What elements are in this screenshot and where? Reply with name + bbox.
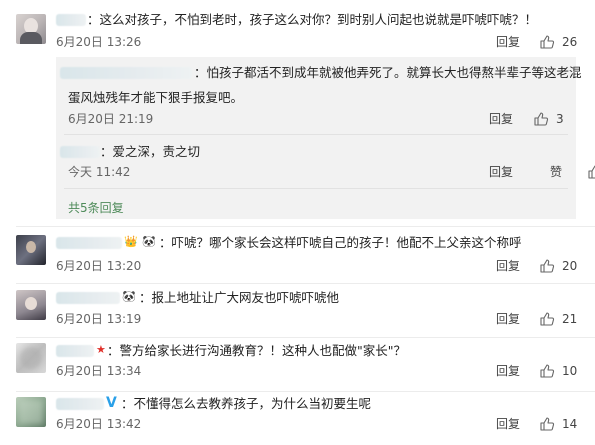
replies-panel: ：怕孩子都活不到成年就被他弄死了。就算长大也得熬半辈子等这老混 蛋风烛残年才能下… xyxy=(56,57,595,219)
avatar[interactable] xyxy=(16,14,46,44)
comment-item: ：这么对孩子，不怕到老时，孩子这么对你？到时别人问起也说就是吓唬吓唬？！ 6月2… xyxy=(0,0,595,225)
comment-item: ★ ：警方给家长进行沟通教育？！这种人也配做"家长"？ 6月20日 13:34 … xyxy=(0,338,595,390)
red-star-icon: ★ xyxy=(96,343,106,356)
thumb-up-icon[interactable] xyxy=(539,258,555,274)
reply-button[interactable]: 回复 xyxy=(496,417,520,431)
comment-time: 6月20日 13:20 xyxy=(56,259,142,273)
like-count: 26 xyxy=(562,35,578,49)
comment-item: 🐼 ：报上地址让广大网友也吓唬吓唬他 6月20日 13:19 回复 21 xyxy=(0,284,595,336)
reply-button[interactable]: 回复 xyxy=(489,165,513,179)
reply-button[interactable]: 回复 xyxy=(496,259,520,273)
thumb-up-icon[interactable] xyxy=(539,416,555,432)
like-count: 10 xyxy=(562,364,578,378)
comment-text: ：警方给家长进行沟通教育？！这种人也配做"家长"？ xyxy=(107,343,407,358)
avatar[interactable] xyxy=(16,235,46,265)
user-name[interactable] xyxy=(56,345,94,357)
avatar[interactable] xyxy=(16,397,46,427)
like-count: 20 xyxy=(562,259,578,273)
comment-time: 6月20日 13:19 xyxy=(56,312,142,326)
like-count: 14 xyxy=(562,417,578,431)
more-replies-link[interactable]: 共5条回复 xyxy=(68,199,124,216)
comment-item: V ：不懂得怎么去教养孩子，为什么当初要生呢 6月20日 13:42 回复 14 xyxy=(0,392,595,445)
avatar[interactable] xyxy=(16,290,46,320)
like-count: 3 xyxy=(556,112,564,126)
reply-text-continued: 蛋风烛残年才能下狠手报复吧。 xyxy=(68,90,244,105)
reply-time: 6月20日 21:19 xyxy=(68,112,154,126)
divider xyxy=(64,134,568,135)
verified-v-icon: V xyxy=(106,395,117,411)
thumb-up-icon[interactable] xyxy=(539,311,555,327)
comment-time: 6月20日 13:34 xyxy=(56,364,142,378)
thumb-up-icon[interactable] xyxy=(533,111,549,127)
thumb-up-icon[interactable] xyxy=(539,363,555,379)
like-label[interactable]: 赞 xyxy=(550,165,562,179)
reply-button[interactable]: 回复 xyxy=(496,35,520,49)
reply-button[interactable]: 回复 xyxy=(496,364,520,378)
comment-time: 6月20日 13:26 xyxy=(56,35,142,49)
like-count: 21 xyxy=(562,312,578,326)
thumb-up-icon[interactable] xyxy=(587,164,595,180)
comment-text: ：吓唬？哪个家长会这样吓唬自己的孩子！他配不上父亲这个称呼 xyxy=(159,235,522,250)
panda-emoji-icon: 🐼 xyxy=(142,235,156,248)
comment-item: 👑 🐼 ：吓唬？哪个家长会这样吓唬自己的孩子！他配不上父亲这个称呼 6月20日 … xyxy=(0,227,595,282)
reply-user-name[interactable] xyxy=(60,146,100,158)
reply-time: 今天 11:42 xyxy=(68,165,131,179)
panda-emoji-icon: 🐼 xyxy=(122,290,136,303)
avatar[interactable] xyxy=(16,343,46,373)
comment-text: ：报上地址让广大网友也吓唬吓唬他 xyxy=(139,290,340,305)
comment-time: 6月20日 13:42 xyxy=(56,417,142,431)
reply-text: ：爱之深，责之切 xyxy=(100,144,201,159)
crown-icon: 👑 xyxy=(124,235,138,248)
thumb-up-icon[interactable] xyxy=(539,34,555,50)
reply-button[interactable]: 回复 xyxy=(496,312,520,326)
user-name[interactable] xyxy=(56,398,104,410)
reply-user-name[interactable] xyxy=(60,67,192,79)
comment-text: ：不懂得怎么去教养孩子，为什么当初要生呢 xyxy=(121,396,372,411)
reply-button[interactable]: 回复 xyxy=(489,112,513,126)
divider xyxy=(64,188,568,189)
user-name[interactable] xyxy=(56,237,122,249)
comment-text: ：这么对孩子，不怕到老时，孩子这么对你？到时别人问起也说就是吓唬吓唬？！ xyxy=(87,12,538,27)
reply-text: ：怕孩子都活不到成年就被他弄死了。就算长大也得熬半辈子等这老混 xyxy=(194,65,582,80)
user-name[interactable] xyxy=(56,14,86,26)
user-name[interactable] xyxy=(56,292,120,304)
